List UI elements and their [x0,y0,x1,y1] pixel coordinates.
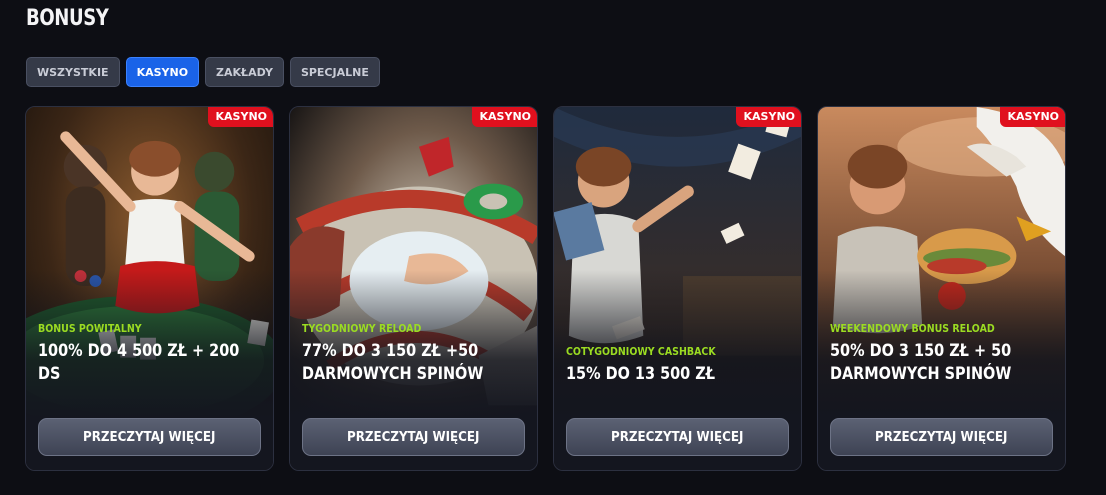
bonus-card: KASYNO WEEKENDOWY BONUS RELOAD 50% DO 3 … [817,106,1066,471]
bonus-category: BONUS POWITALNY [38,323,142,335]
read-more-button[interactable]: PRZECZYTAJ WIĘCEJ [830,418,1053,456]
read-more-label: PRZECZYTAJ WIĘCEJ [875,429,1008,445]
page-title: BONUSY [26,6,109,31]
bonus-card: KASYNO TYGODNIOWY RELOAD 77% DO 3 150 ZŁ… [289,106,538,471]
category-badge: KASYNO [471,107,537,127]
bonus-offer: 50% DO 3 150 ZŁ + 50 DARMOWYCH SPINÓW [830,341,1012,384]
category-badge: KASYNO [207,107,273,127]
filter-tab-kasyno[interactable]: KASYNO [125,57,200,87]
category-badge: KASYNO [735,107,801,127]
bonus-category: COTYGODNIOWY CASHBACK [566,346,716,358]
category-badge: KASYNO [999,107,1065,127]
bonus-card-list: KASYNO BONUS POWITALNY 100% DO 4 500 ZŁ … [25,106,1066,471]
read-more-label: PRZECZYTAJ WIĘCEJ [83,429,216,445]
filter-tab-zaklady[interactable]: ZAKŁADY [205,57,284,87]
bonus-card: KASYNO COTYGODNIOWY CASHBACK 15% DO 13 5… [553,106,802,471]
filter-tab-specjalne[interactable]: SPECJALNE [289,57,380,87]
filter-tabs: WSZYSTKIE KASYNO ZAKŁADY SPECJALNE [26,57,380,87]
read-more-button[interactable]: PRZECZYTAJ WIĘCEJ [566,418,789,456]
read-more-label: PRZECZYTAJ WIĘCEJ [347,429,480,445]
read-more-button[interactable]: PRZECZYTAJ WIĘCEJ [38,418,261,456]
read-more-label: PRZECZYTAJ WIĘCEJ [611,429,744,445]
bonus-offer: 100% DO 4 500 ZŁ + 200 DS [38,341,240,384]
bonus-category: WEEKENDOWY BONUS RELOAD [830,323,995,335]
bonus-offer: 77% DO 3 150 ZŁ +50 DARMOWYCH SPINÓW [302,341,484,384]
bonus-offer: 15% DO 13 500 ZŁ [566,364,716,384]
filter-tab-wszystkie[interactable]: WSZYSTKIE [26,57,120,87]
bonus-category: TYGODNIOWY RELOAD [302,323,422,335]
read-more-button[interactable]: PRZECZYTAJ WIĘCEJ [302,418,525,456]
bonus-card: KASYNO BONUS POWITALNY 100% DO 4 500 ZŁ … [25,106,274,471]
